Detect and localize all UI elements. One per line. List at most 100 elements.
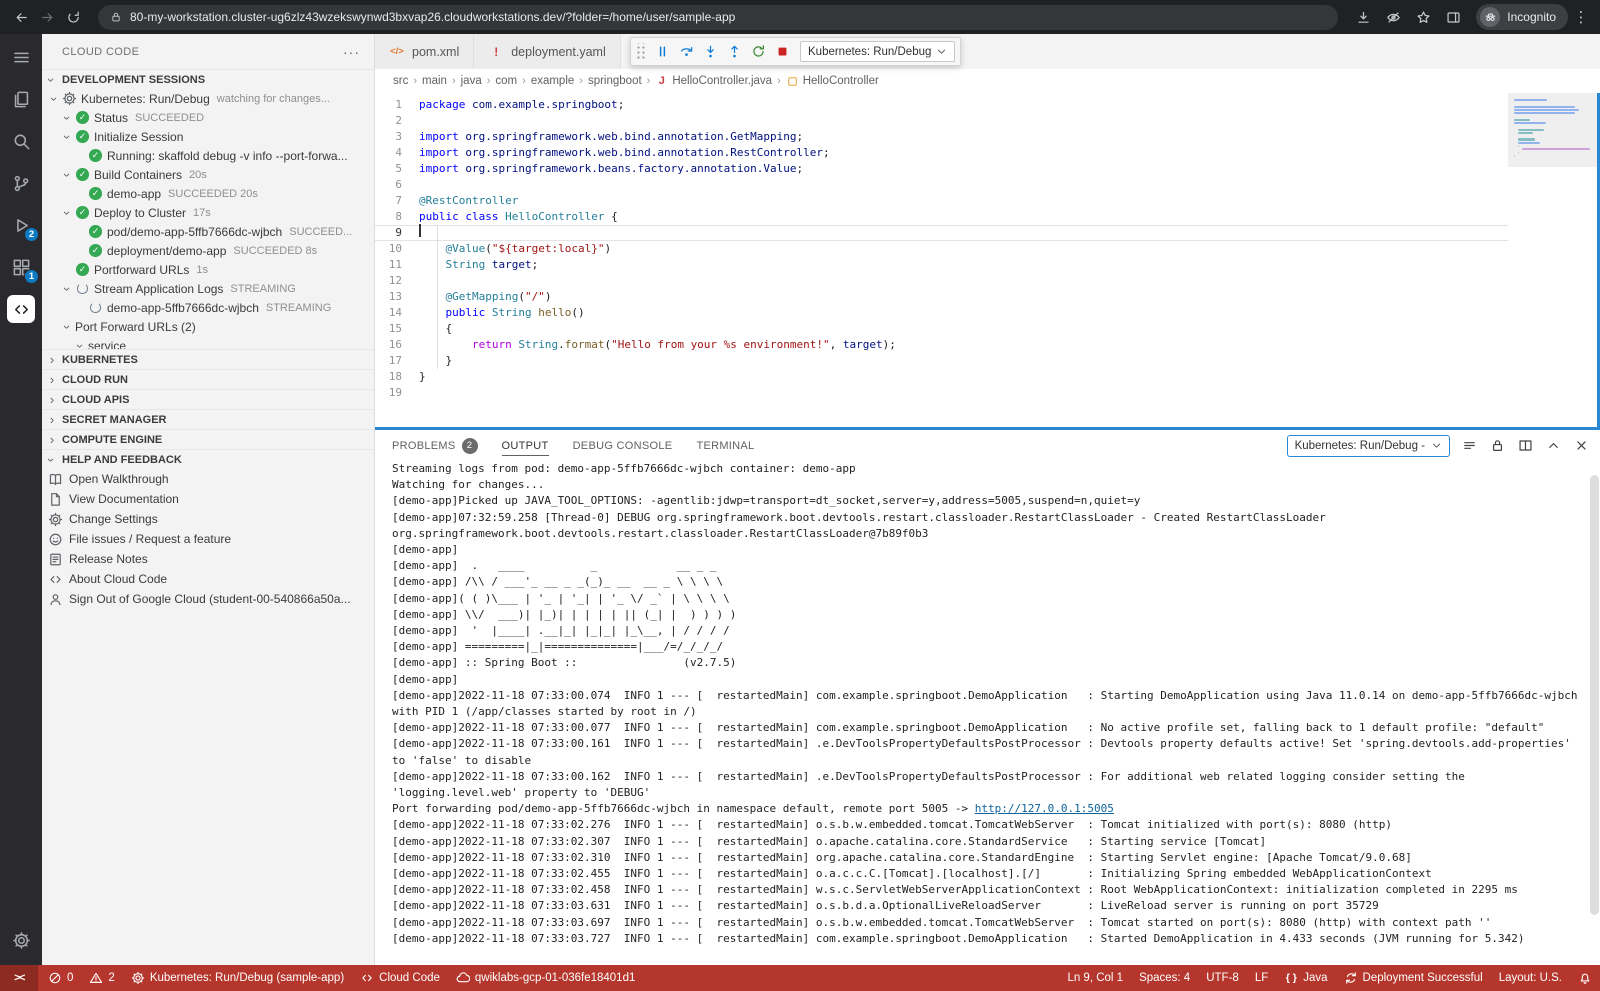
output-channel-dropdown[interactable]: Kubernetes: Run/Debug -: [1287, 435, 1450, 457]
bookmark-button[interactable]: [1410, 4, 1436, 30]
code-line[interactable]: 13 @GetMapping("/"): [375, 289, 1508, 305]
code-line[interactable]: 3import org.springframework.web.bind.ann…: [375, 129, 1508, 145]
tree-item[interactable]: ›service: [42, 336, 374, 349]
breadcrumb-item[interactable]: main: [422, 75, 447, 87]
panel-tab-debug-console[interactable]: DEBUG CONSOLE: [573, 430, 673, 461]
activity-search[interactable]: [0, 120, 42, 162]
code-line[interactable]: 11 String target;: [375, 257, 1508, 273]
status-encoding[interactable]: UTF-8: [1198, 965, 1247, 991]
section-secret-manager[interactable]: ›SECRET MANAGER: [42, 409, 374, 429]
tree-item[interactable]: ✓demo-appSUCCEEDED 20s: [42, 184, 374, 203]
code-area[interactable]: 1package com.example.springboot;23import…: [375, 93, 1508, 427]
breadcrumb-item[interactable]: src: [393, 75, 408, 87]
panel-tab-output[interactable]: OUTPUT: [502, 430, 549, 461]
status-keyboard-layout[interactable]: Layout: U.S.: [1491, 965, 1570, 991]
help-item[interactable]: Open Walkthrough: [42, 469, 374, 489]
downloads-button[interactable]: [1350, 4, 1376, 30]
section-help-and-feedback[interactable]: › HELP AND FEEDBACK: [42, 449, 374, 469]
code-line[interactable]: 10 @Value("${target:local}"): [375, 241, 1508, 257]
more-actions-icon[interactable]: ···: [343, 44, 360, 60]
code-line[interactable]: 9: [375, 225, 1508, 241]
tree-item[interactable]: ✓Running: skaffold debug -v info --port-…: [42, 146, 374, 165]
code-line[interactable]: 17 }: [375, 353, 1508, 369]
drag-handle-icon[interactable]: [636, 43, 646, 61]
step-into-button[interactable]: [698, 40, 722, 64]
section-kubernetes[interactable]: ›KUBERNETES: [42, 349, 374, 369]
status-indentation[interactable]: Spaces: 4: [1131, 965, 1198, 991]
tree-item[interactable]: ›✓StatusSUCCEEDED: [42, 108, 374, 127]
url-bar[interactable]: 80-my-workstation.cluster-ug6zlz43wzeksw…: [98, 5, 1338, 30]
tree-item[interactable]: demo-app-5ffb7666dc-wjbchSTREAMING: [42, 298, 374, 317]
incognito-chip[interactable]: Incognito: [1476, 4, 1568, 30]
activity-cloud-code[interactable]: [0, 288, 42, 330]
code-line[interactable]: 14 public String hello(): [375, 305, 1508, 321]
help-item[interactable]: File issues / Request a feature: [42, 529, 374, 549]
code-line[interactable]: 5import org.springframework.beans.factor…: [375, 161, 1508, 177]
log-link[interactable]: http://127.0.0.1:5005: [975, 802, 1114, 815]
tab-pom.xml[interactable]: </>pom.xml: [375, 34, 474, 69]
code-line[interactable]: 16 return String.format("Hello from your…: [375, 337, 1508, 353]
debug-config-dropdown[interactable]: Kubernetes: Run/Debug: [800, 41, 955, 62]
activity-explorer[interactable]: [0, 78, 42, 120]
tree-item[interactable]: ›Stream Application LogsSTREAMING: [42, 279, 374, 298]
minimap[interactable]: [1508, 93, 1600, 427]
activity-menu[interactable]: [0, 36, 42, 78]
back-button[interactable]: [8, 4, 34, 30]
clear-output-button[interactable]: [1460, 437, 1478, 455]
activity-run-and-debug[interactable]: 2: [0, 204, 42, 246]
status-language-mode[interactable]: { }Java: [1276, 965, 1335, 991]
code-line[interactable]: 19: [375, 385, 1508, 401]
activity-source-control[interactable]: [0, 162, 42, 204]
status-deployment-status[interactable]: Deployment Successful: [1336, 965, 1491, 991]
privacy-button[interactable]: [1380, 4, 1406, 30]
restart-button[interactable]: [746, 40, 770, 64]
code-line[interactable]: 1package com.example.springboot;: [375, 97, 1508, 113]
code-line[interactable]: 4import org.springframework.web.bind.ann…: [375, 145, 1508, 161]
code-line[interactable]: 12: [375, 273, 1508, 289]
section-development-sessions[interactable]: › DEVELOPMENT SESSIONS: [42, 69, 374, 89]
panel-tab-problems[interactable]: PROBLEMS2: [392, 430, 478, 461]
code-line[interactable]: 18}: [375, 369, 1508, 385]
split-panel-button[interactable]: [1516, 437, 1534, 455]
code-line[interactable]: 2: [375, 113, 1508, 129]
help-item[interactable]: Release Notes: [42, 549, 374, 569]
breadcrumb-item[interactable]: HelloController: [786, 75, 879, 88]
tree-item[interactable]: ›Port Forward URLs (2): [42, 317, 374, 336]
tree-item[interactable]: ✓deployment/demo-appSUCCEEDED 8s: [42, 241, 374, 260]
help-item[interactable]: View Documentation: [42, 489, 374, 509]
breadcrumb-item[interactable]: java: [461, 75, 482, 87]
status-k8s-session[interactable]: Kubernetes: Run/Debug (sample-app): [123, 965, 352, 991]
section-compute-engine[interactable]: ›COMPUTE ENGINE: [42, 429, 374, 449]
tree-item[interactable]: ›✓Build Containers20s: [42, 165, 374, 184]
panel-scrollbar[interactable]: [1590, 475, 1599, 915]
tree-item[interactable]: ›Kubernetes: Run/Debugwatching for chang…: [42, 89, 374, 108]
browser-menu-button[interactable]: ⋮: [1570, 8, 1592, 26]
maximize-panel-button[interactable]: [1544, 437, 1562, 455]
breadcrumb-item[interactable]: com: [495, 75, 517, 87]
help-item[interactable]: About Cloud Code: [42, 569, 374, 589]
tree-item[interactable]: ✓pod/demo-app-5ffb7666dc-wjbchSUCCEED...: [42, 222, 374, 241]
reload-button[interactable]: [60, 4, 86, 30]
code-line[interactable]: 6: [375, 177, 1508, 193]
help-item[interactable]: Change Settings: [42, 509, 374, 529]
forward-button[interactable]: [34, 4, 60, 30]
code-line[interactable]: 15 {: [375, 321, 1508, 337]
section-cloud-run[interactable]: ›CLOUD RUN: [42, 369, 374, 389]
status-problems-errors[interactable]: 0: [40, 965, 81, 991]
section-cloud-apis[interactable]: ›CLOUD APIS: [42, 389, 374, 409]
breadcrumb-item[interactable]: springboot: [588, 75, 642, 87]
status-gcp-project[interactable]: qwiklabs-gcp-01-036fe18401d1: [448, 965, 643, 991]
panel-tab-terminal[interactable]: TERMINAL: [696, 430, 754, 461]
help-item[interactable]: Sign Out of Google Cloud (student-00-540…: [42, 589, 374, 609]
lock-scroll-button[interactable]: [1488, 437, 1506, 455]
breadcrumb-item[interactable]: JHelloController.java: [655, 75, 772, 88]
breadcrumb-item[interactable]: example: [531, 75, 574, 87]
status-cursor-position[interactable]: Ln 9, Col 1: [1059, 965, 1131, 991]
status-cloud-code[interactable]: Cloud Code: [352, 965, 448, 991]
status-remote[interactable]: ><: [0, 965, 38, 991]
code-line[interactable]: 7@RestController: [375, 193, 1508, 209]
activity-extensions[interactable]: 1: [0, 246, 42, 288]
tree-item[interactable]: ✓Portforward URLs1s: [42, 260, 374, 279]
close-panel-button[interactable]: [1572, 437, 1590, 455]
step-over-button[interactable]: [674, 40, 698, 64]
